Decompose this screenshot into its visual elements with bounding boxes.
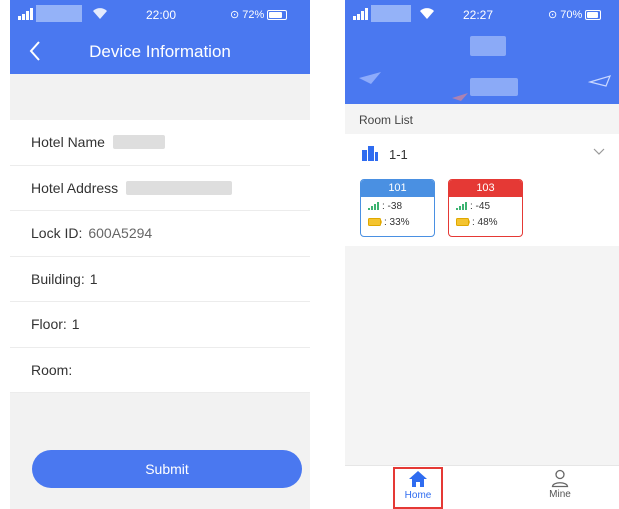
cell-signal-icon xyxy=(353,8,368,20)
battery-level-icon xyxy=(456,218,470,226)
redacted-hotel-name xyxy=(112,135,165,150)
status-time: 22:00 xyxy=(146,8,177,22)
battery-icon xyxy=(585,9,602,20)
room-group: 1-1 101 : -38 : 33% 103 : -45 : 48% xyxy=(345,134,619,246)
redacted-carrier xyxy=(371,5,411,22)
floor-row: Floor: 1 xyxy=(10,302,310,348)
tab-mine-label: Mine xyxy=(549,489,571,500)
signal-row: : -45 xyxy=(449,199,522,213)
battery-indicator: ⊙ 70% xyxy=(548,8,602,21)
battery-row: : 48% xyxy=(449,215,522,229)
signal-strength-icon xyxy=(368,202,380,210)
battery-icon xyxy=(267,9,288,20)
room-number: 101 xyxy=(361,180,434,197)
tab-home[interactable]: Home xyxy=(393,467,443,509)
decorative-plane-icon xyxy=(588,75,612,87)
lock-id-value: 600A5294 xyxy=(88,225,153,242)
cell-signal-icon xyxy=(18,8,33,20)
room-group-name: 1-1 xyxy=(389,147,408,162)
signal-value: : -38 xyxy=(382,200,403,212)
signal-value: : -45 xyxy=(470,200,491,212)
hotel-name-label: Hotel Name xyxy=(31,134,105,151)
floor-label: Floor: xyxy=(31,316,67,333)
status-time: 22:27 xyxy=(463,8,494,22)
room-group-header[interactable]: 1-1 xyxy=(345,134,619,174)
nav-bar: Device Information xyxy=(10,30,310,74)
lock-id-row: Lock ID: 600A5294 xyxy=(10,211,310,257)
lock-id-label: Lock ID: xyxy=(31,225,83,242)
room-list-label: Room List xyxy=(345,104,619,134)
alarm-icon: ⊙ xyxy=(230,9,240,21)
battery-value: : 48% xyxy=(472,216,498,228)
battery-indicator: ⊙ 72% xyxy=(230,8,288,21)
wifi-icon xyxy=(420,8,434,19)
user-icon xyxy=(551,469,569,488)
section-spacer xyxy=(10,74,310,120)
room-list-screen: 22:27 ⊙ 70% Room List 1-1 101: -38: 33… xyxy=(345,0,619,509)
decorative-plane-icon xyxy=(452,93,468,101)
page-title: Device Information xyxy=(89,42,231,61)
home-icon xyxy=(409,471,427,487)
redacted-hotel-address xyxy=(126,180,233,195)
hotel-address-label: Hotel Address xyxy=(31,179,119,196)
room-row: Room: xyxy=(10,348,310,393)
building-value: 1 xyxy=(89,270,98,287)
battery-level-icon xyxy=(368,218,382,226)
room-number: 103 xyxy=(449,180,522,197)
decorative-plane-icon xyxy=(359,72,381,84)
header-banner xyxy=(345,30,619,104)
room-label: Room: xyxy=(31,361,73,378)
building-row: Building: 1 xyxy=(10,257,310,302)
building-icon xyxy=(362,146,378,161)
building-label: Building: xyxy=(31,270,85,287)
room-card-101[interactable]: 101 : -38 : 33% xyxy=(360,179,435,237)
wifi-icon xyxy=(93,8,107,19)
bottom-tab-bar: Home Mine xyxy=(345,465,619,509)
redacted-carrier xyxy=(36,5,82,22)
hotel-name-row: Hotel Name xyxy=(10,120,310,166)
hotel-address-row: Hotel Address xyxy=(10,166,310,211)
signal-strength-icon xyxy=(456,202,468,210)
room-card-103[interactable]: 103 : -45 : 48% xyxy=(448,179,523,237)
submit-button[interactable]: Submit xyxy=(32,450,302,488)
status-bar: 22:00 ⊙ 72% xyxy=(10,0,310,30)
chevron-down-icon[interactable] xyxy=(593,148,605,156)
status-bar: 22:27 ⊙ 70% xyxy=(345,0,619,30)
redacted-subtitle xyxy=(470,78,518,96)
device-info-screen: 22:00 ⊙ 72% Device Information Hotel Nam… xyxy=(10,0,310,509)
device-info-list: Hotel Name Hotel Address Lock ID: 600A52… xyxy=(10,120,310,393)
battery-percent: 72% xyxy=(242,8,265,21)
battery-value: : 33% xyxy=(384,216,410,228)
battery-percent: 70% xyxy=(560,8,583,21)
tab-mine[interactable]: Mine xyxy=(535,468,585,508)
redacted-title xyxy=(470,36,506,56)
floor-value: 1 xyxy=(71,316,80,333)
tab-home-label: Home xyxy=(404,490,432,501)
alarm-icon: ⊙ xyxy=(548,9,558,21)
battery-row: : 33% xyxy=(361,215,434,229)
signal-row: : -38 xyxy=(361,199,434,213)
